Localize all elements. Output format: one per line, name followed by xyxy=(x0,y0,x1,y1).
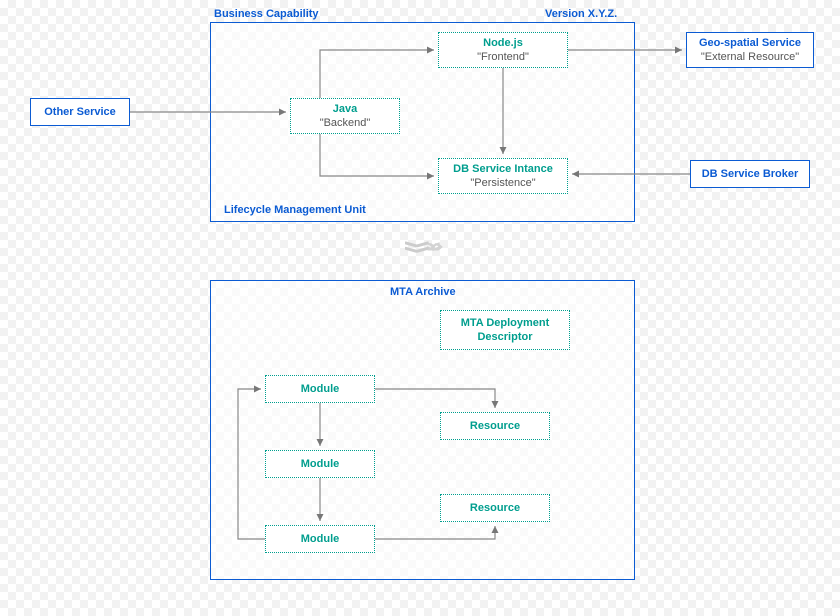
upper-title-right: Version X.Y.Z. xyxy=(545,8,617,20)
box-db-broker: DB Service Broker xyxy=(690,160,810,188)
module3-label: Module xyxy=(301,532,340,546)
module2-label: Module xyxy=(301,457,340,471)
resource1-label: Resource xyxy=(470,419,520,433)
upper-container xyxy=(210,22,635,222)
box-java: Java "Backend" xyxy=(290,98,400,134)
box-db-role: "Persistence" xyxy=(470,176,535,190)
box-java-tech: Java xyxy=(333,102,357,116)
box-module-3: Module xyxy=(265,525,375,553)
chevron-down-icon: » xyxy=(384,240,454,247)
descriptor-l1: MTA Deployment xyxy=(461,316,550,330)
lower-title: MTA Archive xyxy=(390,286,456,298)
box-geo-service: Geo-spatial Service "External Resource" xyxy=(686,32,814,68)
geo-service-l1: Geo-spatial Service xyxy=(699,36,801,50)
box-resource-1: Resource xyxy=(440,412,550,440)
box-db-tech: DB Service Intance xyxy=(453,162,553,176)
box-descriptor: MTA Deployment Descriptor xyxy=(440,310,570,350)
module1-label: Module xyxy=(301,382,340,396)
box-node-role: "Frontend" xyxy=(477,50,529,64)
box-resource-2: Resource xyxy=(440,494,550,522)
resource2-label: Resource xyxy=(470,501,520,515)
box-node-tech: Node.js xyxy=(483,36,523,50)
box-node: Node.js "Frontend" xyxy=(438,32,568,68)
other-service-label: Other Service xyxy=(44,105,116,119)
descriptor-l2: Descriptor xyxy=(477,330,532,344)
db-broker-label: DB Service Broker xyxy=(702,167,799,181)
box-module-2: Module xyxy=(265,450,375,478)
upper-footer: Lifecycle Management Unit xyxy=(224,204,366,216)
geo-service-l2: "External Resource" xyxy=(701,50,799,64)
box-other-service: Other Service xyxy=(30,98,130,126)
box-java-role: "Backend" xyxy=(320,116,371,130)
box-module-1: Module xyxy=(265,375,375,403)
upper-title-left: Business Capability xyxy=(214,8,319,20)
box-db: DB Service Intance "Persistence" xyxy=(438,158,568,194)
